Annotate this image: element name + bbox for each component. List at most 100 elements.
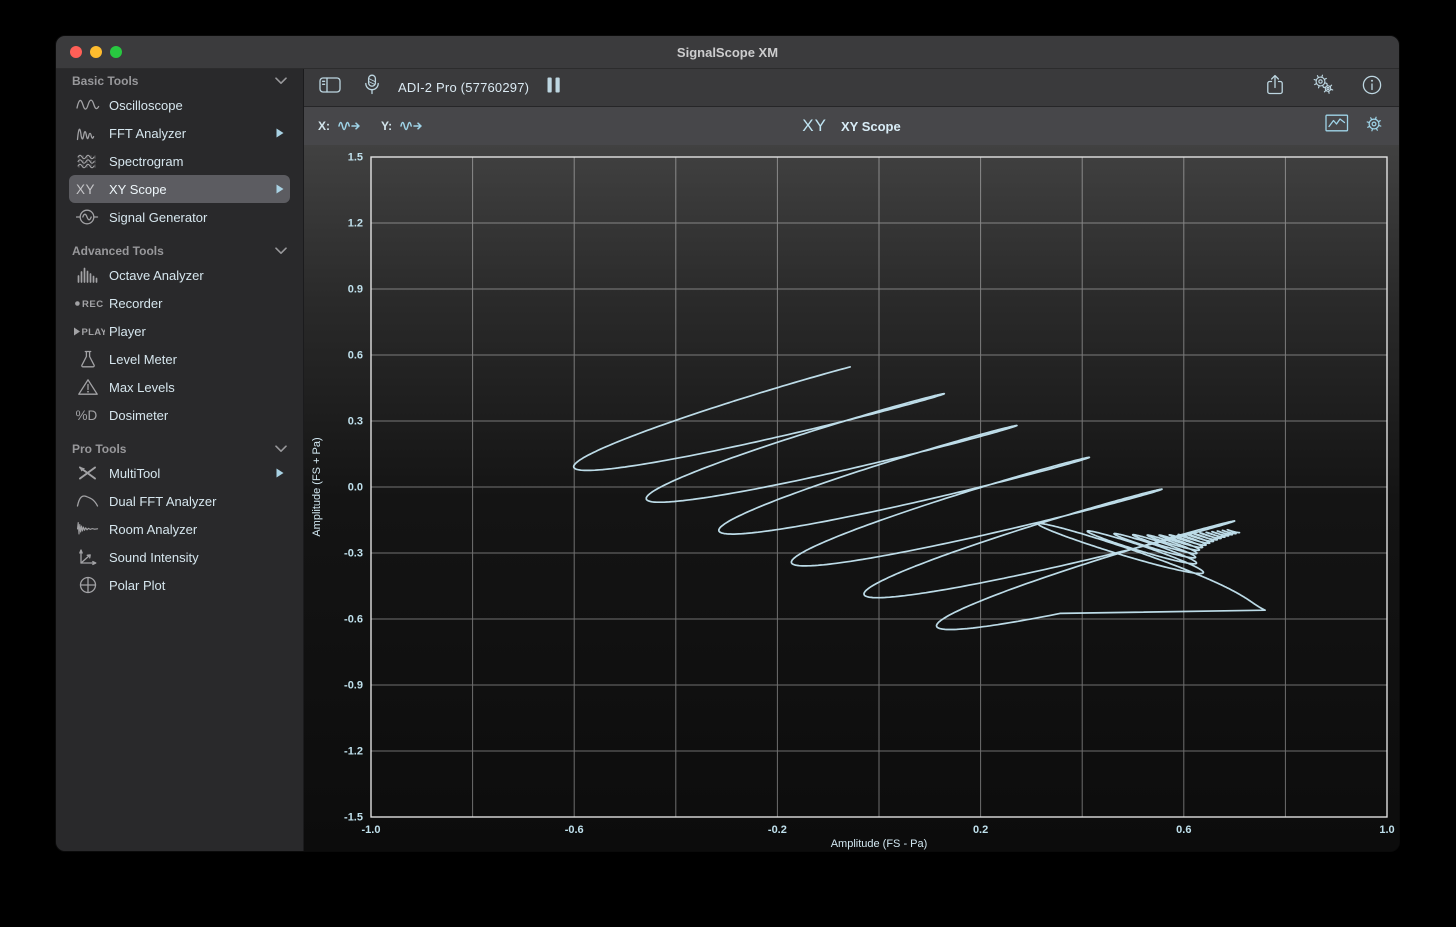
svg-text:-1.5: -1.5 [344,812,363,824]
sidebar-item-label: XY Scope [109,182,276,197]
sidebar-item-multitool[interactable]: MultiTool [69,459,290,487]
sidebar-toggle-icon [319,75,343,100]
pause-icon [545,75,563,100]
submenu-arrow-icon[interactable] [276,468,284,478]
x-signal-route-icon[interactable] [338,118,365,135]
sidebar-item-player[interactable]: PLAYPlayer [69,317,290,345]
section-header-advanced-tools[interactable]: Advanced Tools [56,241,303,261]
svg-text:%D: %D [76,408,98,423]
pause-button[interactable] [545,75,563,100]
svg-text:0.3: 0.3 [348,416,363,428]
svg-text:REC: REC [82,299,104,310]
section-label: Pro Tools [72,442,275,456]
sidebar-item-label: Spectrogram [109,154,290,169]
polar-plot-icon [69,575,109,595]
x-channel-label: X: [318,119,330,133]
zoom-button[interactable] [110,46,122,58]
y-channel-label: Y: [381,119,392,133]
sidebar-item-fft-analyzer[interactable]: FFT Analyzer [69,119,290,147]
scope-settings-button[interactable] [1363,113,1385,140]
submenu-arrow-icon[interactable] [276,184,284,194]
max-levels-icon [69,377,109,397]
svg-text:-0.3: -0.3 [344,548,363,560]
dual-fft-icon [69,491,109,511]
device-name-label[interactable]: ADI-2 Pro (57760297) [398,80,529,95]
sidebar-item-level-meter[interactable]: Level Meter [69,345,290,373]
titlebar[interactable]: SignalScope XM [56,36,1399,69]
sidebar-item-label: Dosimeter [109,408,290,423]
sidebar-item-spectrogram[interactable]: Spectrogram [69,147,290,175]
multitool-icon [69,463,109,483]
sidebar-item-label: Dual FFT Analyzer [109,494,290,509]
minimize-button[interactable] [90,46,102,58]
main-pane: ADI-2 Pro (57760297) X: Y: [304,69,1399,852]
sidebar-item-label: Level Meter [109,352,290,367]
share-icon [1264,74,1287,102]
svg-text:XY: XY [76,182,95,197]
xy-scope-icon: XY [69,179,109,199]
room-analyzer-icon [69,519,109,539]
sidebar-item-label: Recorder [109,296,290,311]
toolbar: ADI-2 Pro (57760297) [304,69,1399,107]
sidebar-item-octave-analyzer[interactable]: Octave Analyzer [69,261,290,289]
sidebar-item-dual-fft-analyzer[interactable]: Dual FFT Analyzer [69,487,290,515]
signal-generator-icon [69,207,109,227]
sidebar-item-xy-scope[interactable]: XY XY Scope [69,175,290,203]
chevron-down-icon [275,247,287,255]
svg-text:0.6: 0.6 [348,350,363,362]
sidebar-item-label: Sound Intensity [109,550,290,565]
oscilloscope-icon [69,95,109,115]
svg-text:-0.2: -0.2 [768,824,787,836]
sidebar-item-signal-generator[interactable]: Signal Generator [69,203,290,231]
sidebar: Basic Tools Oscilloscope FFT Analyzer Spect… [56,69,304,852]
level-meter-icon [69,349,109,369]
svg-text:-0.9: -0.9 [344,680,363,692]
y-signal-route-icon[interactable] [400,118,427,135]
svg-text:-0.6: -0.6 [565,824,584,836]
sidebar-item-room-analyzer[interactable]: Room Analyzer [69,515,290,543]
share-button[interactable] [1264,74,1287,102]
sidebar-item-oscilloscope[interactable]: Oscilloscope [69,91,290,119]
svg-text:0.9: 0.9 [348,284,363,296]
svg-text:0.6: 0.6 [1176,824,1191,836]
section-label: Basic Tools [72,74,275,88]
scope-header: X: Y: XY XY Scope [304,107,1399,145]
fft-analyzer-icon [69,123,109,143]
spectrogram-icon [69,151,109,171]
sidebar-item-max-levels[interactable]: Max Levels [69,373,290,401]
xy-badge: XY [802,116,827,136]
chart-box-icon [1325,113,1351,139]
settings-button[interactable] [1311,73,1337,102]
section-header-basic-tools[interactable]: Basic Tools [56,71,303,91]
traffic-lights [70,46,122,58]
input-device-button[interactable] [361,74,384,101]
sidebar-toggle-button[interactable] [319,75,343,100]
gear-icon [1363,113,1385,140]
svg-text:1.5: 1.5 [348,152,363,164]
gears-icon [1311,73,1337,102]
scope-title: XY Scope [841,119,901,134]
svg-text:-1.2: -1.2 [344,746,363,758]
sidebar-item-label: FFT Analyzer [109,126,276,141]
player-icon: PLAY [69,321,109,341]
xy-plot[interactable]: 1.51.20.90.60.30.0-0.3-0.6-0.9-1.2-1.5-1… [304,145,1400,852]
xy-scope-chart[interactable]: 1.51.20.90.60.30.0-0.3-0.6-0.9-1.2-1.5-1… [304,145,1399,852]
sidebar-item-label: Polar Plot [109,578,290,593]
chevron-down-icon [275,77,287,85]
sidebar-item-dosimeter[interactable]: %D Dosimeter [69,401,290,429]
svg-text:Amplitude (FS - Pa): Amplitude (FS - Pa) [831,838,928,850]
sidebar-item-label: Oscilloscope [109,98,290,113]
dosimeter-icon: %D [69,405,109,425]
info-button[interactable] [1361,74,1384,102]
sidebar-item-sound-intensity[interactable]: Sound Intensity [69,543,290,571]
sidebar-item-recorder[interactable]: REC Recorder [69,289,290,317]
close-button[interactable] [70,46,82,58]
window-title: SignalScope XM [56,45,1399,60]
octave-analyzer-icon [69,265,109,285]
screen: SignalScope XM Basic Tools Oscilloscope FF… [0,0,1456,927]
section-header-pro-tools[interactable]: Pro Tools [56,439,303,459]
display-mode-button[interactable] [1325,113,1351,139]
sidebar-item-label: MultiTool [109,466,276,481]
submenu-arrow-icon[interactable] [276,128,284,138]
sidebar-item-polar-plot[interactable]: Polar Plot [69,571,290,599]
